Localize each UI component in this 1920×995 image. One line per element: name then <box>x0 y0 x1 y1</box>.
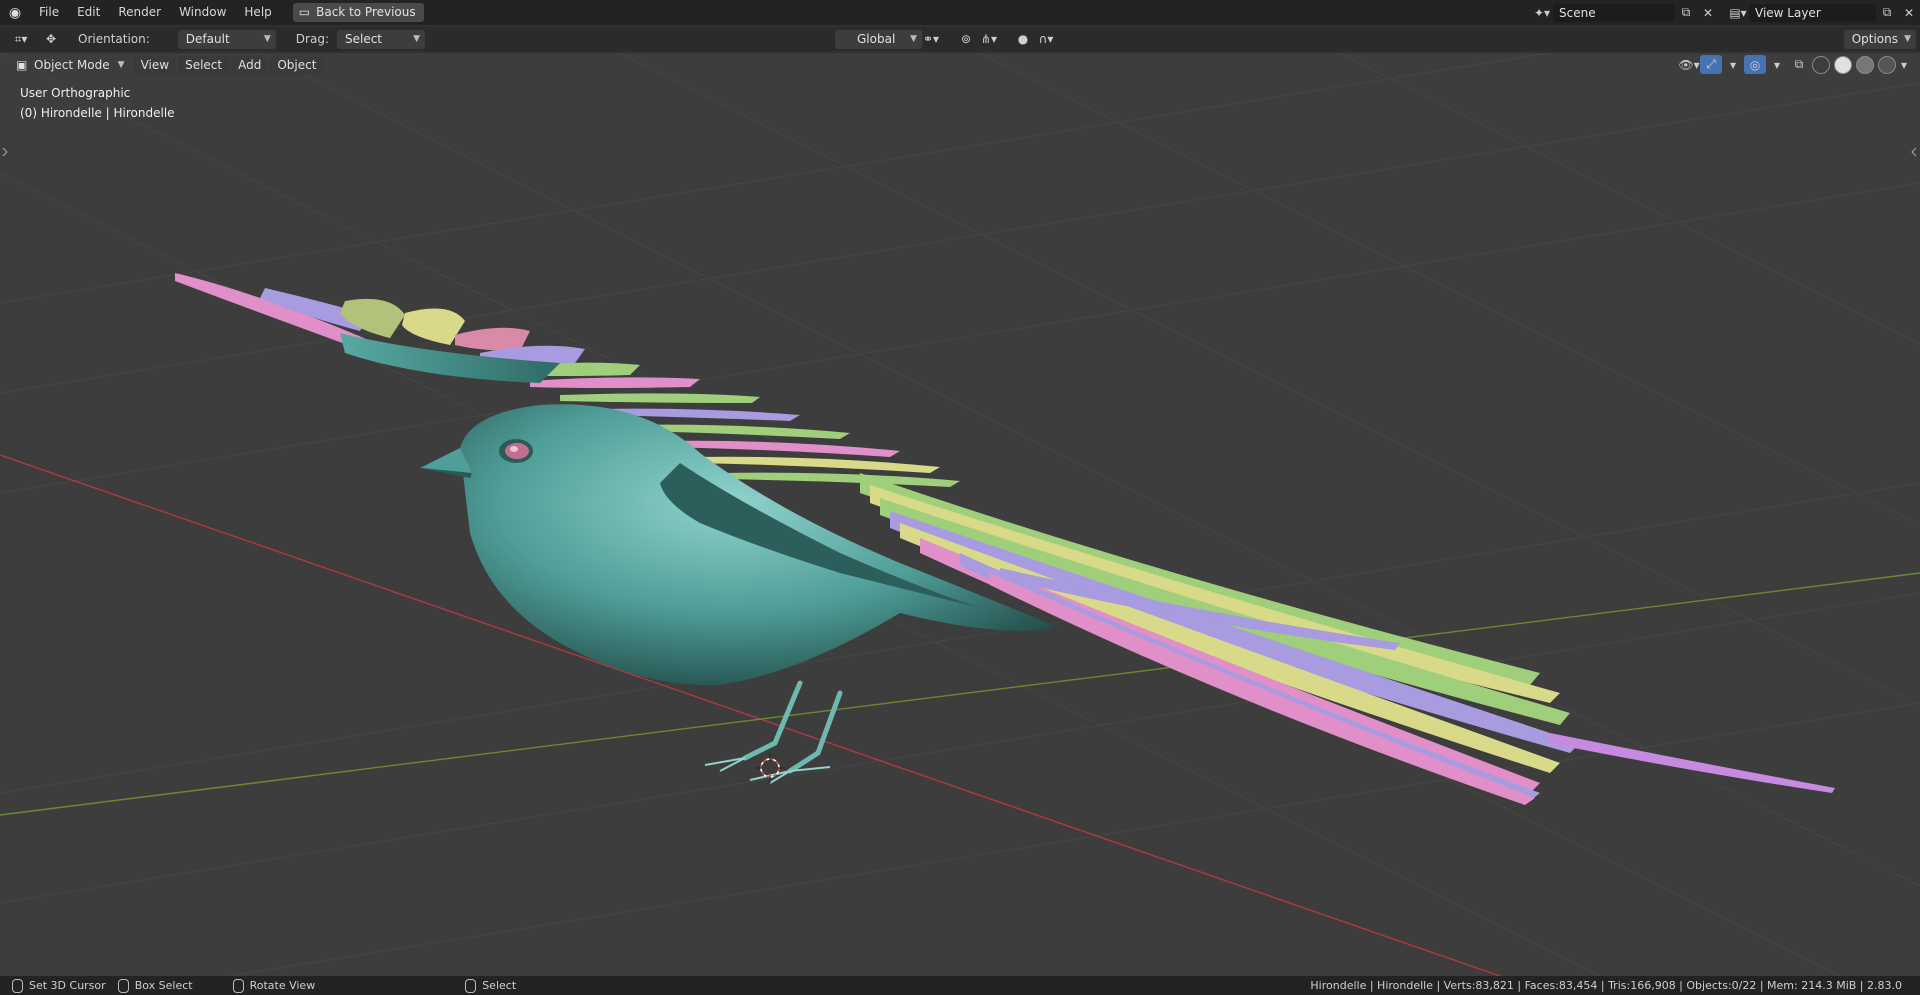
gizmo-dropdown-icon[interactable]: ▾ <box>1722 55 1744 74</box>
status-rmb-label: Select <box>482 979 517 992</box>
wireframe-shading-icon[interactable] <box>1812 55 1830 74</box>
eye <box>505 443 529 459</box>
view-menu[interactable]: View <box>133 55 177 75</box>
view-layer-browse-icon[interactable]: ▤▾ <box>1727 3 1749 22</box>
viewport-scene <box>0 53 1920 976</box>
menu-edit[interactable]: Edit <box>68 0 109 25</box>
toolbar-toggle-icon[interactable] <box>2 147 8 157</box>
orientation-label: Orientation: <box>78 32 150 46</box>
mouse-middle-icon <box>232 978 244 993</box>
status-lmb-label: Set 3D Cursor <box>29 979 106 992</box>
rendered-shading-icon[interactable] <box>1878 55 1896 74</box>
workspace-selectors: ✦▾ Scene ⧉ ✕ ▤▾ View Layer ⧉ ✕ <box>1531 0 1920 25</box>
menu-help[interactable]: Help <box>235 0 280 25</box>
delete-view-layer-icon[interactable]: ✕ <box>1898 3 1920 22</box>
editor-type-icon[interactable]: ⌗▾ <box>6 30 36 49</box>
visibility-icon[interactable]: 👁▾ <box>1678 55 1700 74</box>
view-layer-name-field[interactable]: View Layer <box>1749 3 1876 22</box>
mode-value: Object Mode <box>34 57 110 72</box>
back-to-previous-label: Back to Previous <box>316 5 416 19</box>
solid-shading-icon[interactable] <box>1834 55 1852 74</box>
scene-statistics: Hirondelle | Hirondelle | Verts:83,821 |… <box>1310 979 1902 992</box>
shading-dropdown-icon[interactable]: ▾ <box>1898 55 1910 74</box>
menu-window[interactable]: Window <box>170 0 235 25</box>
snap-icon[interactable]: ⊚ <box>955 30 977 49</box>
new-scene-icon[interactable]: ⧉ <box>1675 3 1697 22</box>
chevron-down-icon: ▼ <box>263 33 271 44</box>
screen-icon: ▭ <box>298 5 311 19</box>
active-object-label: (0) Hirondelle | Hirondelle <box>20 106 175 120</box>
chevron-down-icon: ▼ <box>910 33 917 44</box>
viewport-shading-controls: 👁▾ ⤢ ▾ ◎ ▾ ⧉ ▾ <box>1678 55 1910 74</box>
blender-logo-icon[interactable]: ◉ <box>0 0 30 25</box>
menu-file[interactable]: File <box>30 0 68 25</box>
snap-target-icon[interactable]: ⋔▾ <box>978 30 1000 49</box>
transform-orientation-dropdown[interactable]: Global ▼ <box>835 29 922 49</box>
mouse-right-icon <box>465 978 477 993</box>
status-bar: Set 3D Cursor Box Select Rotate View Sel… <box>0 976 1920 995</box>
chevron-down-icon: ▼ <box>117 59 125 70</box>
projection-label: User Orthographic <box>20 86 131 100</box>
tool-settings-bar: ⌗▾ ✥ Orientation: Default ▼ Drag: Select… <box>0 27 1920 65</box>
pivot-point-icon[interactable]: ⚭▾ <box>920 30 942 49</box>
xray-icon[interactable]: ⧉ <box>1788 55 1810 74</box>
chevron-down-icon: ▼ <box>1904 33 1911 44</box>
chevron-down-icon: ▼ <box>413 33 420 44</box>
menu-render[interactable]: Render <box>109 0 170 25</box>
new-view-layer-icon[interactable]: ⧉ <box>1876 3 1898 22</box>
object-menu[interactable]: Object <box>270 55 324 75</box>
tail-feathers <box>860 473 1835 805</box>
mouse-left-icon <box>12 978 23 993</box>
orientation-value: Default <box>185 31 230 46</box>
drag-label: Drag: <box>295 32 329 46</box>
object-mode-icon: ▣ <box>16 57 28 72</box>
overlays-dropdown-icon[interactable]: ▾ <box>1766 55 1788 74</box>
options-label: Options <box>1851 31 1898 46</box>
scene-name-field[interactable]: Scene <box>1553 3 1675 22</box>
eye-highlight <box>510 446 518 452</box>
status-rmb: Select <box>465 978 517 993</box>
legs <box>742 680 843 774</box>
status-mmb: Rotate View <box>232 978 316 993</box>
mode-dropdown[interactable]: ▣ Object Mode ▼ <box>10 55 130 75</box>
mouse-drag-icon <box>117 978 129 993</box>
transform-orientation-value: Global <box>857 31 896 46</box>
back-to-previous-button[interactable]: ▭ Back to Previous <box>292 3 424 22</box>
scene-browse-icon[interactable]: ✦▾ <box>1531 3 1553 22</box>
options-dropdown[interactable]: Options ▼ <box>1843 29 1916 49</box>
status-drag: Box Select <box>117 978 193 993</box>
status-mmb-label: Rotate View <box>249 979 316 992</box>
status-drag-label: Box Select <box>134 979 193 992</box>
overlays-icon[interactable]: ◎ <box>1744 55 1766 74</box>
status-lmb: Set 3D Cursor <box>12 978 106 993</box>
drag-dropdown[interactable]: Select Box ▼ <box>336 29 425 65</box>
delete-scene-icon[interactable]: ✕ <box>1697 3 1719 22</box>
3d-viewport[interactable]: User Orthographic (0) Hirondelle | Hiron… <box>0 53 1920 976</box>
move-tool-icon[interactable]: ✥ <box>36 30 66 49</box>
viewport-header: ▣ Object Mode ▼ View Select Add Object 👁… <box>0 53 1920 77</box>
orientation-dropdown[interactable]: Default ▼ <box>177 29 276 49</box>
add-menu[interactable]: Add <box>231 55 269 75</box>
proportional-edit-icon[interactable]: ● <box>1012 30 1034 49</box>
material-shading-icon[interactable] <box>1856 55 1874 74</box>
select-menu[interactable]: Select <box>178 55 230 75</box>
top-bar: ◉ File Edit Render Window Help ▭ Back to… <box>0 0 1920 25</box>
gizmo-icon[interactable]: ⤢ <box>1700 55 1722 74</box>
sidebar-toggle-icon[interactable] <box>1911 147 1917 157</box>
falloff-icon[interactable]: ∩▾ <box>1035 30 1057 49</box>
